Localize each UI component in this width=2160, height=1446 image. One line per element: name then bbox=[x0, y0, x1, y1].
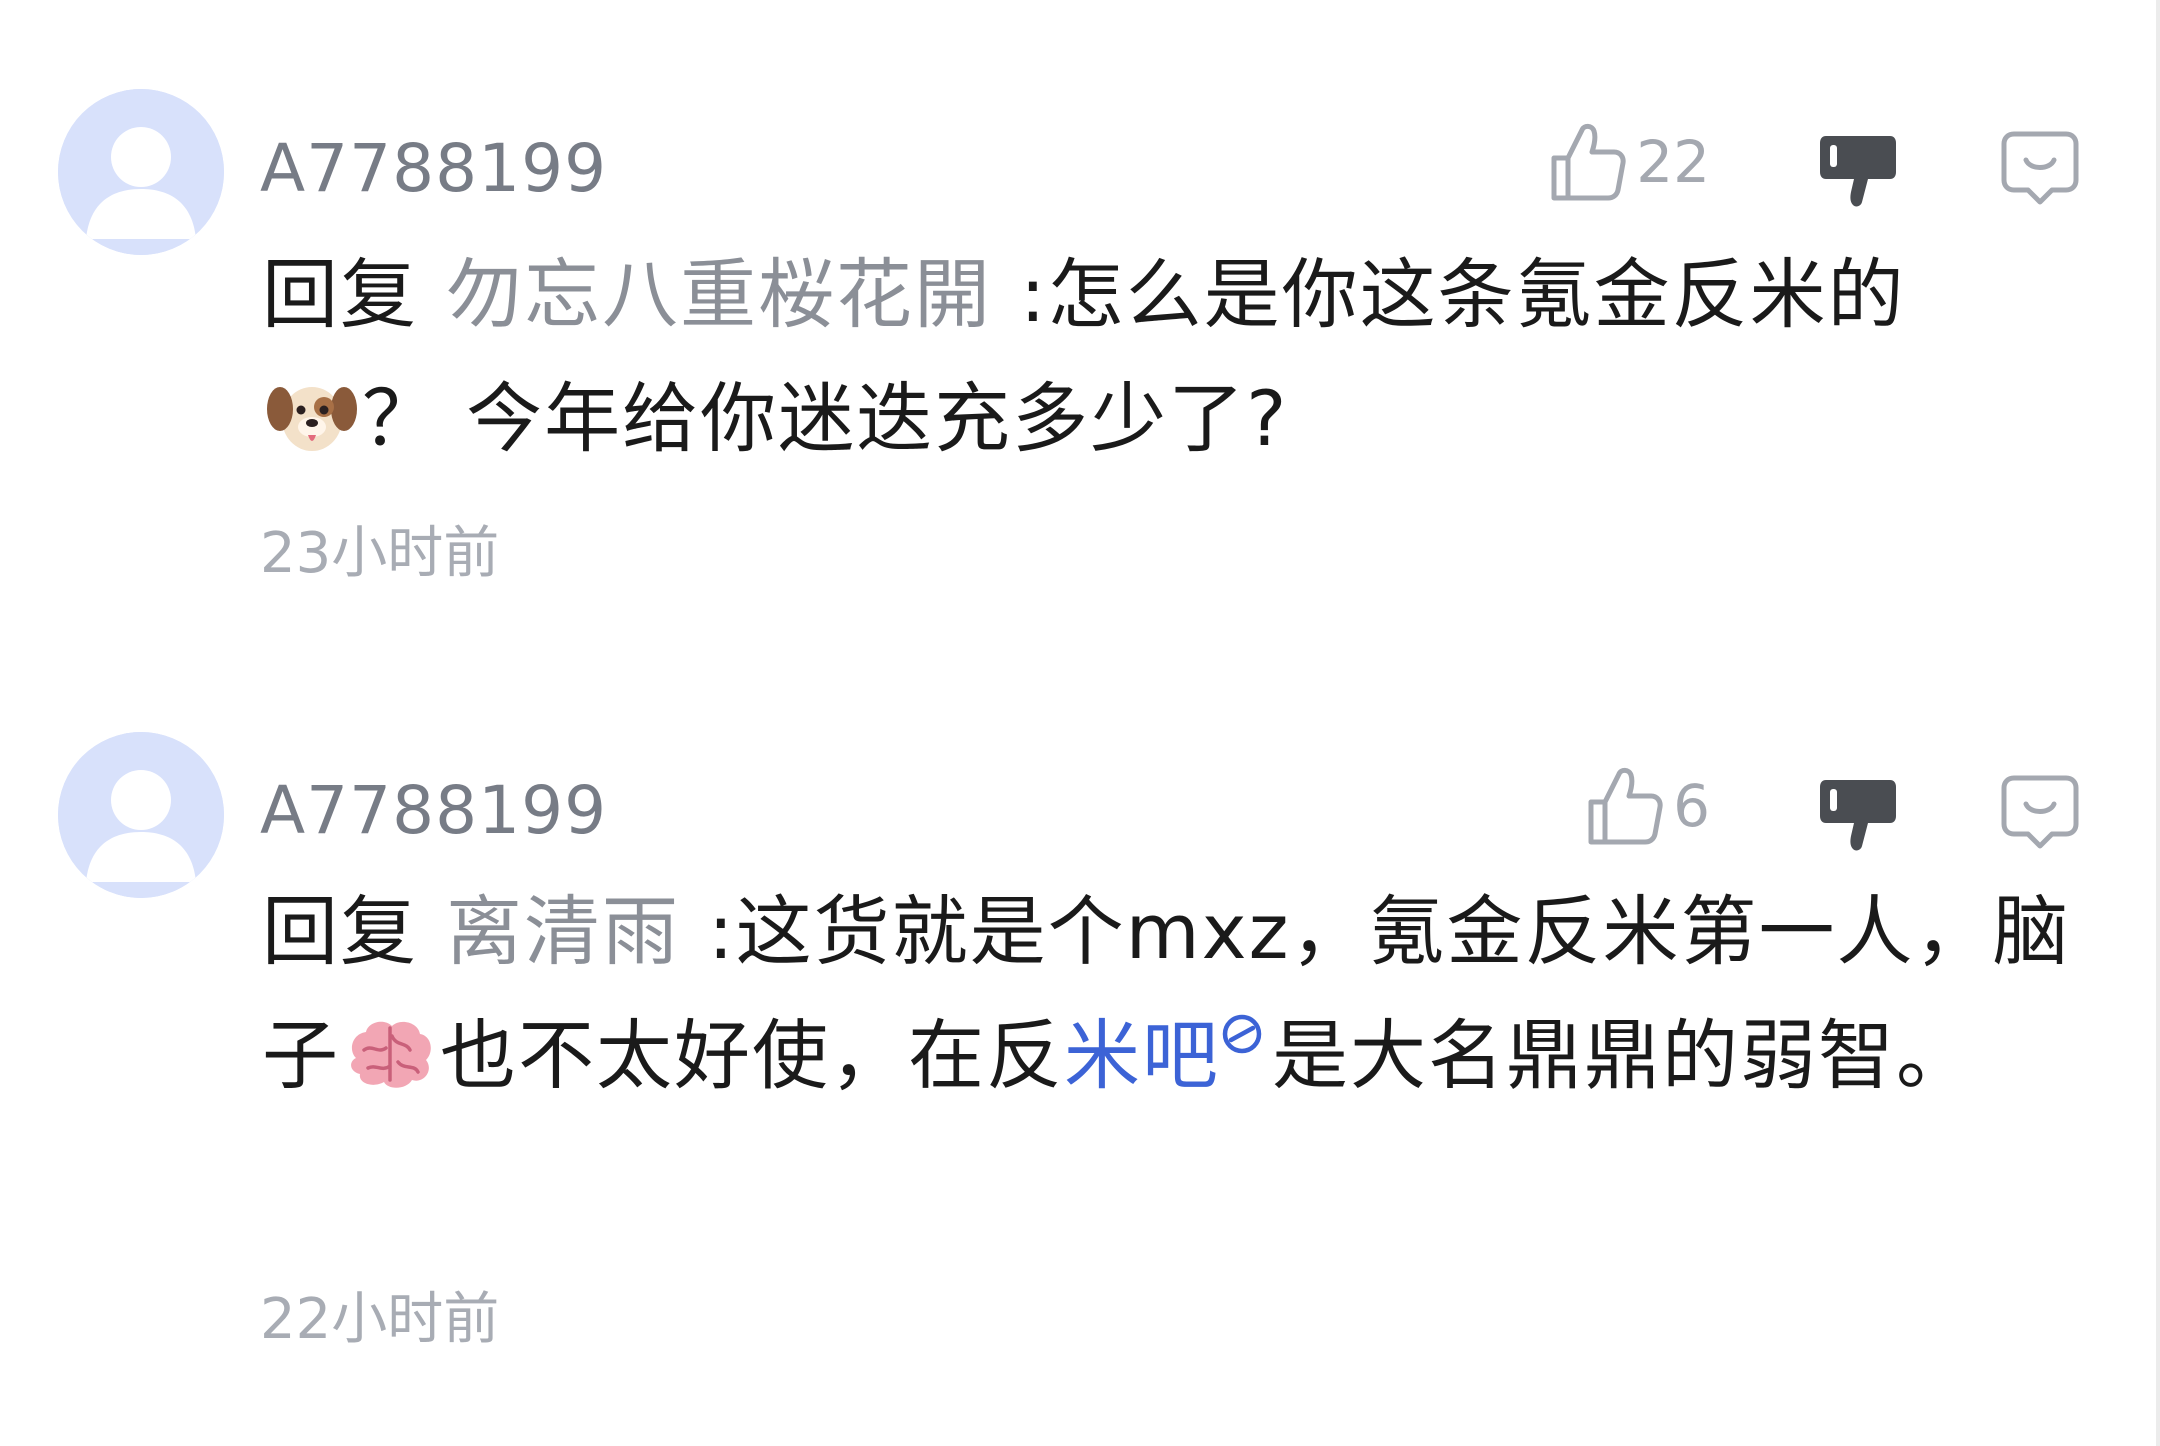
comment-item: A7788199 6 回复 离清雨:这货就是个mxz，氪金反米第一人，脑子 也… bbox=[0, 700, 2160, 1446]
timestamp: 23小时前 bbox=[260, 521, 500, 586]
dislike-button[interactable] bbox=[1818, 128, 1898, 212]
default-avatar-icon bbox=[58, 732, 224, 898]
username[interactable]: A7788199 bbox=[260, 136, 607, 202]
mention-username[interactable]: 勿忘八重桜花開 bbox=[446, 250, 992, 339]
reply-bubble-icon bbox=[2001, 131, 2079, 205]
like-count: 6 bbox=[1673, 772, 1710, 840]
screen-edge-divider bbox=[2156, 0, 2160, 1446]
comment-text: ？ 今年给你迷迭充多少了? bbox=[362, 374, 1289, 463]
reply-prefix: 回复 bbox=[262, 250, 418, 339]
dislike-button[interactable] bbox=[1818, 772, 1898, 856]
comment-text: :怎么是你这条氪金反米的 bbox=[1020, 250, 1906, 339]
thumbs-up-icon bbox=[1588, 767, 1663, 845]
comment-body: 回复 离清雨:这货就是个mxz，氪金反米第一人，脑子 也不太好使，在反米吧 是大名… bbox=[262, 870, 2102, 1118]
mention-username[interactable]: 离清雨 bbox=[446, 887, 680, 976]
comment-item: A7788199 22 回复 勿忘八重桜花開 :怎么是你这条氪金反米的 ？ 今年… bbox=[0, 0, 2160, 700]
comment-text: 也不太好使，在反 bbox=[440, 1011, 1064, 1100]
thumbs-up-icon bbox=[1551, 123, 1626, 201]
reply-bubble-icon bbox=[2001, 775, 2079, 849]
avatar[interactable] bbox=[58, 89, 224, 255]
default-avatar-icon bbox=[58, 89, 224, 255]
thumbs-down-icon bbox=[1820, 136, 1896, 207]
comment-actions: 22 bbox=[1460, 112, 2160, 222]
like-count: 22 bbox=[1636, 128, 1710, 196]
timestamp: 22小时前 bbox=[260, 1287, 500, 1352]
link-icon[interactable] bbox=[1220, 1012, 1264, 1056]
reply-button[interactable] bbox=[2000, 128, 2080, 208]
like-button[interactable]: 22 bbox=[1548, 120, 1710, 204]
username[interactable]: A7788199 bbox=[260, 778, 607, 844]
dog-face-emoji bbox=[267, 387, 357, 451]
thumbs-down-icon bbox=[1820, 780, 1896, 851]
forum-link[interactable]: 米吧 bbox=[1064, 1011, 1220, 1100]
brain-emoji bbox=[351, 1021, 431, 1088]
comment-actions: 6 bbox=[1460, 756, 2160, 866]
reply-prefix: 回复 bbox=[262, 887, 418, 976]
comment-body: 回复 勿忘八重桜花開 :怎么是你这条氪金反米的 ？ 今年给你迷迭充多少了? bbox=[262, 233, 2102, 481]
comment-text: 是大名鼎鼎的弱智。 bbox=[1272, 1011, 1974, 1100]
like-button[interactable]: 6 bbox=[1585, 764, 1710, 848]
reply-button[interactable] bbox=[2000, 772, 2080, 852]
avatar[interactable] bbox=[58, 732, 224, 898]
